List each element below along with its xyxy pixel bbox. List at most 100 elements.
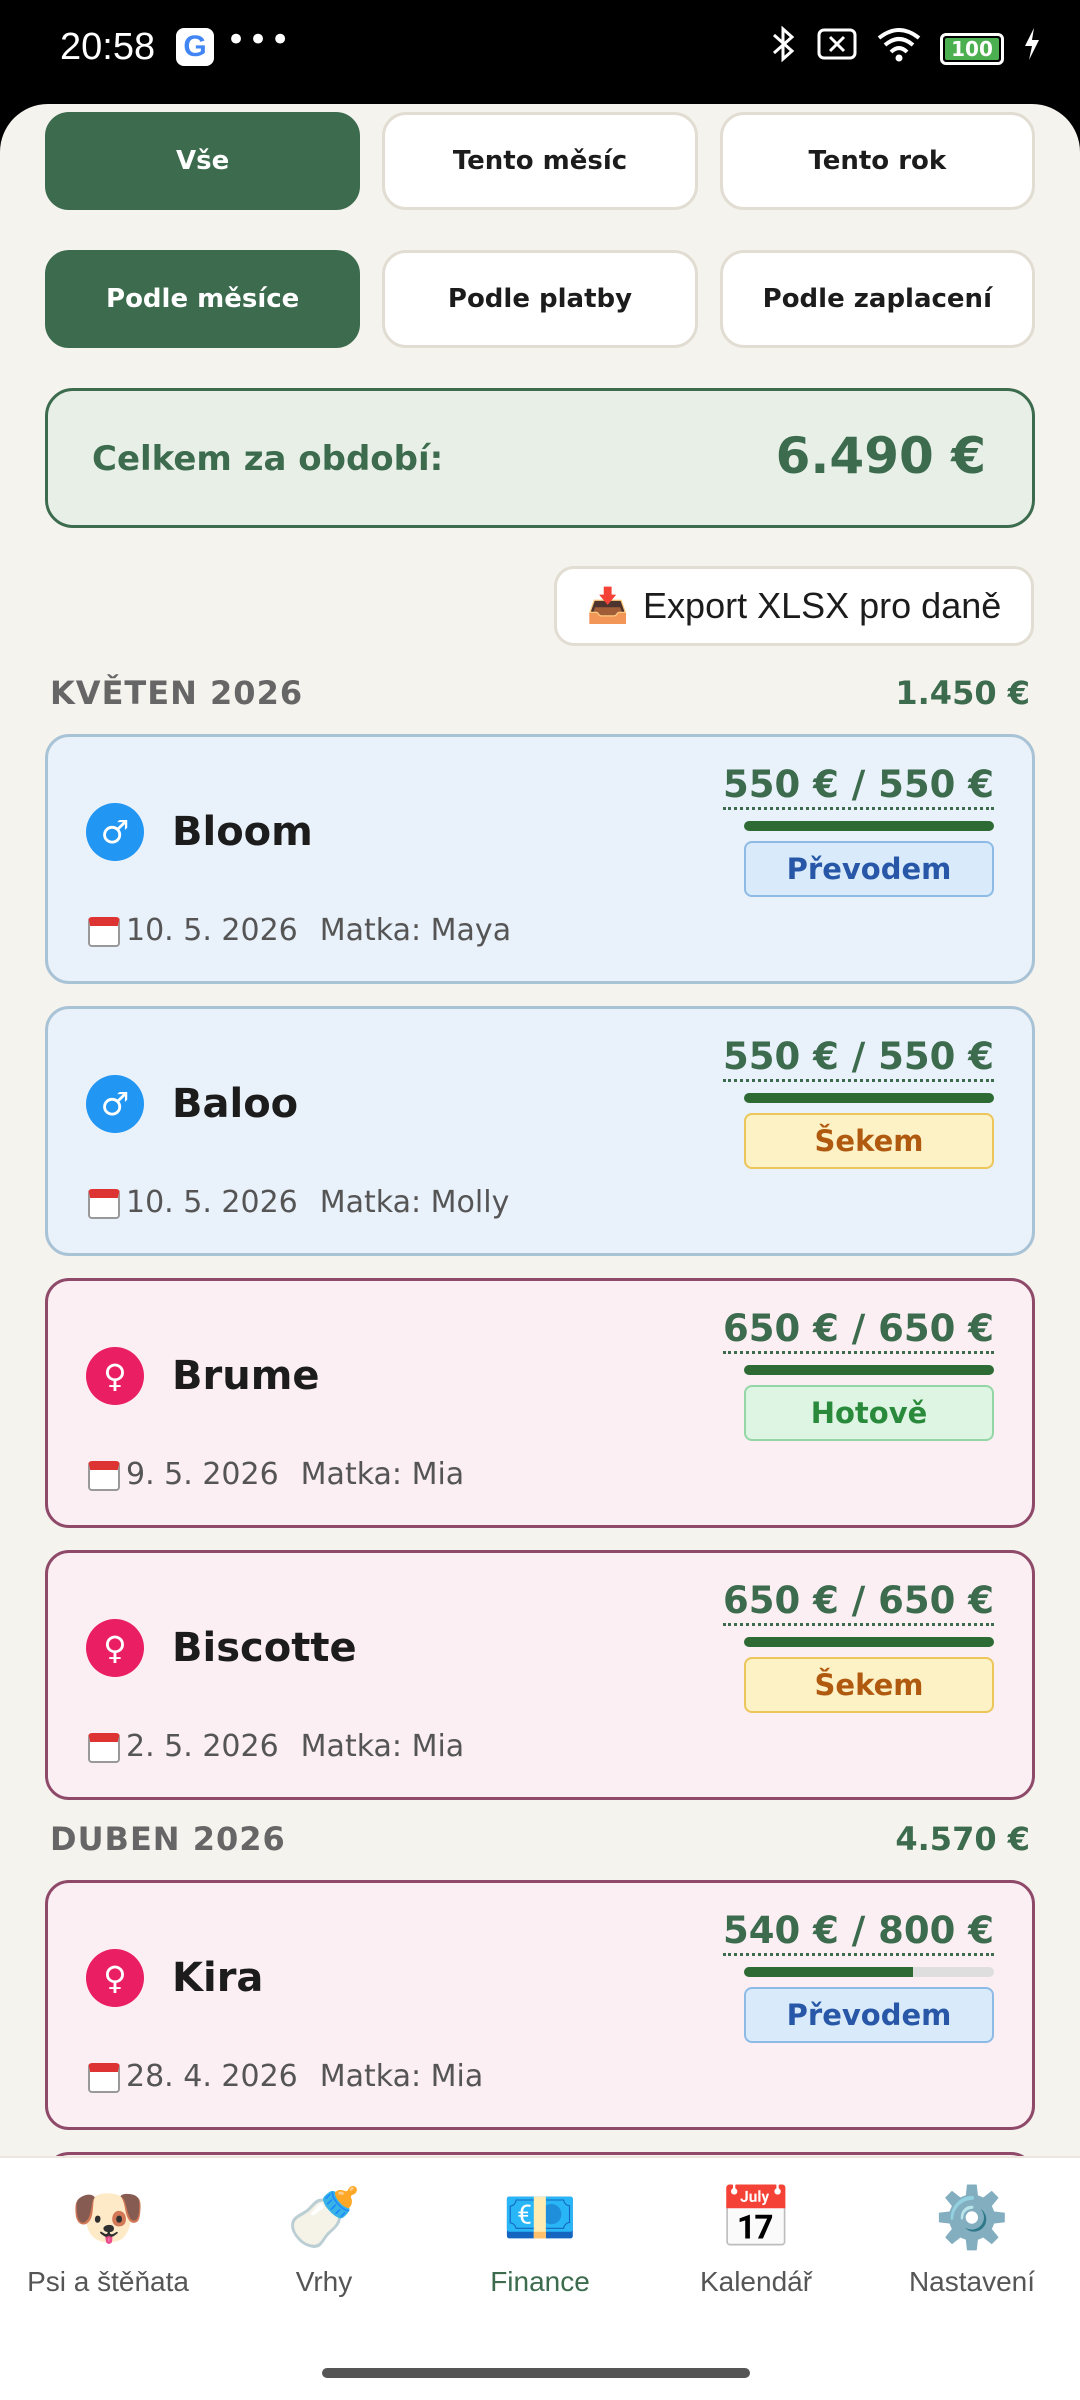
date-wrap: 10. 5. 2026 — [88, 913, 298, 948]
month-total: 1.450 € — [895, 674, 1030, 712]
nav-finance[interactable]: 💶 Finance — [432, 2178, 648, 2298]
group-by-paid[interactable]: Podle zaplacení — [719, 250, 1035, 348]
date-wrap: 9. 5. 2026 — [88, 1457, 279, 1492]
more-notifications-icon: ••• — [226, 20, 293, 60]
month-name: DUBEN 2026 — [50, 1820, 286, 1858]
period-filter: Vše Tento měsíc Tento rok — [45, 112, 1035, 210]
nav-litters[interactable]: 🍼 Vrhy — [216, 2178, 432, 2298]
paid-amount[interactable]: 550 € / 550 € — [723, 1035, 994, 1082]
puppy-meta: 9. 5. 2026 Matka: Mia — [88, 1457, 464, 1492]
paid-amount[interactable]: 650 € / 650 € — [723, 1307, 994, 1354]
payment-progress-fill — [744, 1967, 913, 1977]
female-icon: ♀ — [86, 1619, 144, 1677]
calendar-icon — [88, 1460, 120, 1491]
nav-label: Psi a štěňata — [27, 2266, 189, 2297]
finance-screen: Vše Tento měsíc Tento rok Podle měsíce P… — [0, 104, 1080, 2400]
male-icon: ♂ — [86, 803, 144, 861]
payment-progress-fill — [744, 1637, 994, 1647]
charging-icon — [1022, 26, 1042, 71]
puppy-name: Brume — [172, 1353, 320, 1399]
payment-method-badge: Šekem — [744, 1657, 994, 1713]
filter-this-year[interactable]: Tento rok — [719, 112, 1035, 210]
payment-method-badge: Hotově — [744, 1385, 994, 1441]
wifi-icon — [876, 26, 922, 71]
nav-label: Nastavení — [908, 2266, 1036, 2297]
payment-progress — [744, 1637, 994, 1647]
bluetooth-icon — [770, 24, 798, 73]
puppy-meta: 2. 5. 2026 Matka: Mia — [88, 1729, 464, 1764]
puppy-card[interactable]: ♀ Kira 28. 4. 2026 Matka: Mia 540 € / 80… — [45, 1880, 1035, 2130]
payment-progress — [744, 1365, 994, 1375]
month-header: KVĚTEN 2026 1.450 € — [50, 674, 1030, 712]
date-wrap: 10. 5. 2026 — [88, 1185, 298, 1220]
payment-progress-fill — [744, 1093, 994, 1103]
puppy-card[interactable]: ♀ Biscotte 2. 5. 2026 Matka: Mia 650 € /… — [45, 1550, 1035, 1800]
month-header: DUBEN 2026 4.570 € — [50, 1820, 1030, 1858]
export-label: Export XLSX pro daně — [643, 585, 1002, 626]
filter-this-month[interactable]: Tento měsíc — [382, 112, 698, 210]
puppy-card[interactable]: ♂ Bloom 10. 5. 2026 Matka: Maya 550 € / … — [45, 734, 1035, 984]
bottom-navigation: 🐶 Psi a štěňata 🍼 Vrhy 💶 Finance 📅 Kalen… — [0, 2156, 1080, 2400]
paid-amount[interactable]: 650 € / 650 € — [723, 1579, 994, 1626]
calendar-icon — [88, 1732, 120, 1763]
nav-label: Kalendář — [699, 2266, 813, 2297]
dog-icon: 🐶 — [70, 2183, 146, 2253]
sale-date: 9. 5. 2026 — [126, 1457, 279, 1492]
puppy-card[interactable]: ♀ Brume 9. 5. 2026 Matka: Mia 650 € / 65… — [45, 1278, 1035, 1528]
puppy-name: Biscotte — [172, 1625, 357, 1671]
group-by-month[interactable]: Podle měsíce — [45, 250, 361, 348]
nav-label: Finance — [490, 2266, 590, 2297]
paid-amount[interactable]: 540 € / 800 € — [723, 1909, 994, 1956]
puppy-meta: 10. 5. 2026 Matka: Molly — [88, 1185, 509, 1220]
puppy-name: Kira — [172, 1955, 264, 2001]
payment-progress — [744, 821, 994, 831]
google-icon: G — [176, 28, 214, 66]
nav-settings[interactable]: ⚙️ Nastavení — [864, 2178, 1080, 2298]
mother-name: Matka: Mia — [300, 1457, 465, 1492]
sale-date: 10. 5. 2026 — [126, 913, 298, 948]
sale-date: 2. 5. 2026 — [126, 1729, 279, 1764]
mother-name: Matka: Maya — [319, 913, 512, 948]
no-sim-icon — [816, 26, 858, 71]
date-wrap: 2. 5. 2026 — [88, 1729, 279, 1764]
nav-label: Vrhy — [295, 2266, 353, 2297]
total-value: 6.490 € — [775, 427, 986, 485]
payment-progress-fill — [744, 821, 994, 831]
mother-name: Matka: Mia — [300, 1729, 465, 1764]
female-icon: ♀ — [86, 1347, 144, 1405]
male-icon: ♂ — [86, 1075, 144, 1133]
calendar-icon: 📅 — [718, 2183, 794, 2253]
baby-bottle-icon: 🍼 — [286, 2183, 362, 2253]
sale-date: 28. 4. 2026 — [126, 2059, 298, 2094]
export-xlsx-button[interactable]: 📥 Export XLSX pro daně — [554, 566, 1034, 646]
nav-calendar[interactable]: 📅 Kalendář — [648, 2178, 864, 2298]
nav-dogs[interactable]: 🐶 Psi a štěňata — [0, 2178, 216, 2298]
month-name: KVĚTEN 2026 — [50, 674, 304, 712]
calendar-icon — [88, 1188, 120, 1219]
date-wrap: 28. 4. 2026 — [88, 2059, 298, 2094]
inbox-tray-icon: 📥 — [586, 587, 630, 625]
euro-banknote-icon: 💶 — [502, 2183, 578, 2253]
gear-icon: ⚙️ — [934, 2183, 1010, 2253]
battery-icon: 100 — [940, 32, 1004, 65]
period-total: Celkem za období: 6.490 € — [45, 388, 1035, 528]
mother-name: Matka: Mia — [319, 2059, 484, 2094]
female-icon: ♀ — [86, 1949, 144, 2007]
home-indicator[interactable] — [322, 2368, 750, 2378]
puppy-card[interactable]: ♂ Baloo 10. 5. 2026 Matka: Molly 550 € /… — [45, 1006, 1035, 1256]
payment-method-badge: Šekem — [744, 1113, 994, 1169]
paid-amount[interactable]: 550 € / 550 € — [723, 763, 994, 810]
status-time: 20:58 — [60, 26, 156, 68]
puppy-meta: 10. 5. 2026 Matka: Maya — [88, 913, 511, 948]
group-by-payment[interactable]: Podle platby — [382, 250, 698, 348]
status-bar: 20:58 G ••• 100 — [0, 0, 1080, 100]
payment-method-badge: Převodem — [744, 841, 994, 897]
sale-date: 10. 5. 2026 — [126, 1185, 298, 1220]
payment-progress-fill — [744, 1365, 994, 1375]
mother-name: Matka: Molly — [319, 1185, 510, 1220]
group-filter: Podle měsíce Podle platby Podle zaplacen… — [45, 250, 1035, 348]
month-total: 4.570 € — [895, 1820, 1030, 1858]
total-label: Celkem za období: — [92, 439, 444, 479]
puppy-name: Baloo — [172, 1081, 299, 1127]
filter-all[interactable]: Vše — [45, 112, 361, 210]
